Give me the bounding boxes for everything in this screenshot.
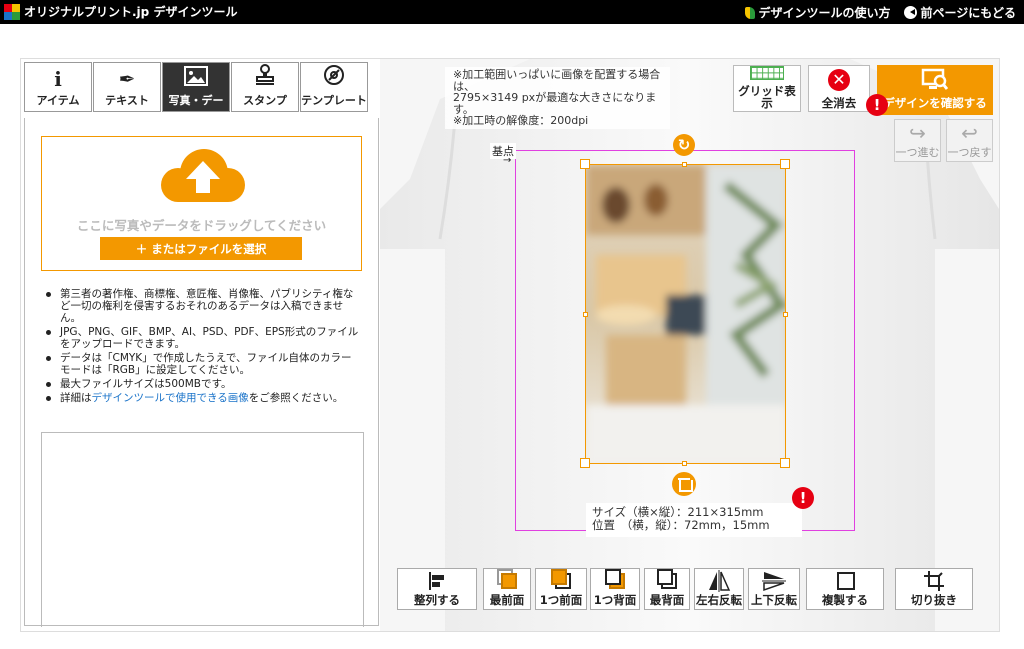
redo-button[interactable]: ↪ 一つ進む (894, 119, 941, 162)
brand-logo[interactable]: オリジナルプリント.jp デザインツール (4, 3, 237, 20)
left-panel: i アイテム ✒ テキスト 写真・デー スタンプ テンプレート ここに写真やデータを… (24, 62, 379, 627)
print-info-note: ※加工範囲いっぱいに画像を配置する場合は、 2795×3149 pxが最適な大き… (445, 67, 670, 129)
tab-text[interactable]: ✒ テキスト (93, 62, 161, 112)
template-icon (323, 64, 345, 90)
info-icon: i (54, 67, 62, 91)
undo-arrow-icon: ↩ (961, 121, 978, 145)
upload-dropzone[interactable]: ここに写真やデータをドラッグしてください ＋ またはファイルを選択 (41, 136, 362, 271)
upload-notes: 第三者の著作権、商標権、意匠権、肖像権、パブリシティ権など一切の権利を侵害するお… (43, 288, 361, 406)
cafe-photo-image (586, 165, 785, 463)
bring-to-front-icon (495, 569, 519, 590)
tab-template[interactable]: テンプレート (300, 62, 368, 112)
confirm-design-button[interactable]: デザインを確認する (877, 65, 993, 115)
align-icon (429, 572, 444, 590)
note-item: JPG、PNG、GIF、BMP、AI、PSD、PDF、EPS形式のファイルをアッ… (43, 326, 361, 350)
dropzone-text: ここに写真やデータをドラッグしてください (76, 218, 327, 233)
tab-photo[interactable]: 写真・デー (162, 62, 230, 112)
stamp-icon (254, 64, 276, 90)
note-item: 最大ファイルサイズは500MBです。 (43, 378, 361, 390)
back-arrow-icon (904, 6, 918, 19)
flip-vertical-button[interactable]: 上下反転 (748, 568, 800, 610)
beginner-leaf-icon (745, 6, 756, 19)
brand-name: オリジナルプリント.jp デザインツール (24, 5, 238, 19)
howto-link[interactable]: デザインツールの使い方 (745, 4, 890, 21)
cloud-upload-icon (161, 149, 245, 202)
origin-arrow-icon: → (503, 155, 512, 166)
resize-handle-right[interactable] (783, 312, 788, 317)
undo-button[interactable]: ↩ 一つ戻す (946, 119, 993, 162)
rotate-icon[interactable]: ↻ (673, 134, 695, 156)
send-backward-button[interactable]: 1つ背面 (590, 568, 640, 610)
usable-images-link[interactable]: デザインツールで使用できる画像 (92, 392, 249, 404)
cube-logo-icon (4, 3, 20, 20)
image-icon (184, 66, 208, 90)
resize-handle-bl[interactable] (580, 458, 590, 468)
note-item: 第三者の著作権、商標権、意匠権、肖像権、パブリシティ権など一切の権利を侵害するお… (43, 288, 361, 324)
tab-item[interactable]: i アイテム (24, 62, 92, 112)
top-bar: オリジナルプリント.jp デザインツール デザインツールの使い方 前ページにもど… (0, 0, 1024, 24)
grid-icon (750, 66, 784, 80)
redo-arrow-icon: ↪ (909, 121, 926, 145)
duplicate-button[interactable]: 複製する (806, 568, 884, 610)
tab-stamp[interactable]: スタンプ (231, 62, 299, 112)
send-to-back-icon (655, 569, 679, 590)
bring-forward-button[interactable]: 1つ前面 (535, 568, 587, 610)
grid-toggle-button[interactable]: グリッド表示 (733, 65, 801, 112)
clear-x-icon: ✕ (828, 69, 850, 91)
placed-photo[interactable] (585, 164, 786, 464)
back-link[interactable]: 前ページにもどる (904, 4, 1016, 21)
note-item: データは「CMYK」で作成したうえで、ファイル自体のカラーモードは「RGB」に設… (43, 352, 361, 376)
confirm-warning-icon: ! (866, 94, 888, 116)
crop-icon (924, 571, 944, 591)
size-position-readout: サイズ（横×縦）：211×315mm 位置 （横，縦）：72mm，15mm (586, 503, 802, 537)
preview-monitor-icon (921, 68, 949, 90)
resize-handle-br[interactable] (780, 458, 790, 468)
flip-horizontal-icon (709, 570, 731, 592)
flip-horizontal-button[interactable]: 左右反転 (694, 568, 744, 610)
resize-handle-tr[interactable] (780, 159, 790, 169)
photo-panel: ここに写真やデータをドラッグしてください ＋ またはファイルを選択 第三者の著作… (24, 118, 379, 627)
pen-icon: ✒ (118, 67, 136, 91)
flip-vertical-icon (762, 572, 786, 592)
align-button[interactable]: 整列する (397, 568, 477, 610)
clear-all-button[interactable]: ✕ 全消去 (808, 65, 870, 112)
bring-forward-icon (549, 569, 573, 590)
resize-handle-left[interactable] (583, 312, 588, 317)
resize-handle-bottom[interactable] (682, 461, 687, 466)
tool-tabs: i アイテム ✒ テキスト 写真・デー スタンプ テンプレート (24, 62, 379, 118)
send-to-back-button[interactable]: 最背面 (644, 568, 690, 610)
size-warning-icon: ! (792, 487, 814, 509)
trash-icon[interactable] (672, 472, 696, 496)
duplicate-icon (833, 569, 857, 590)
send-backward-icon (603, 569, 627, 590)
resize-handle-top[interactable] (682, 162, 687, 167)
crop-button[interactable]: 切り抜き (895, 568, 973, 610)
resize-handle-tl[interactable] (580, 159, 590, 169)
uploaded-images-list (41, 432, 364, 627)
bring-to-front-button[interactable]: 最前面 (483, 568, 531, 610)
note-item: 詳細はデザインツールで使用できる画像をご参照ください。 (43, 392, 361, 404)
select-file-button[interactable]: ＋ またはファイルを選択 (100, 237, 302, 260)
